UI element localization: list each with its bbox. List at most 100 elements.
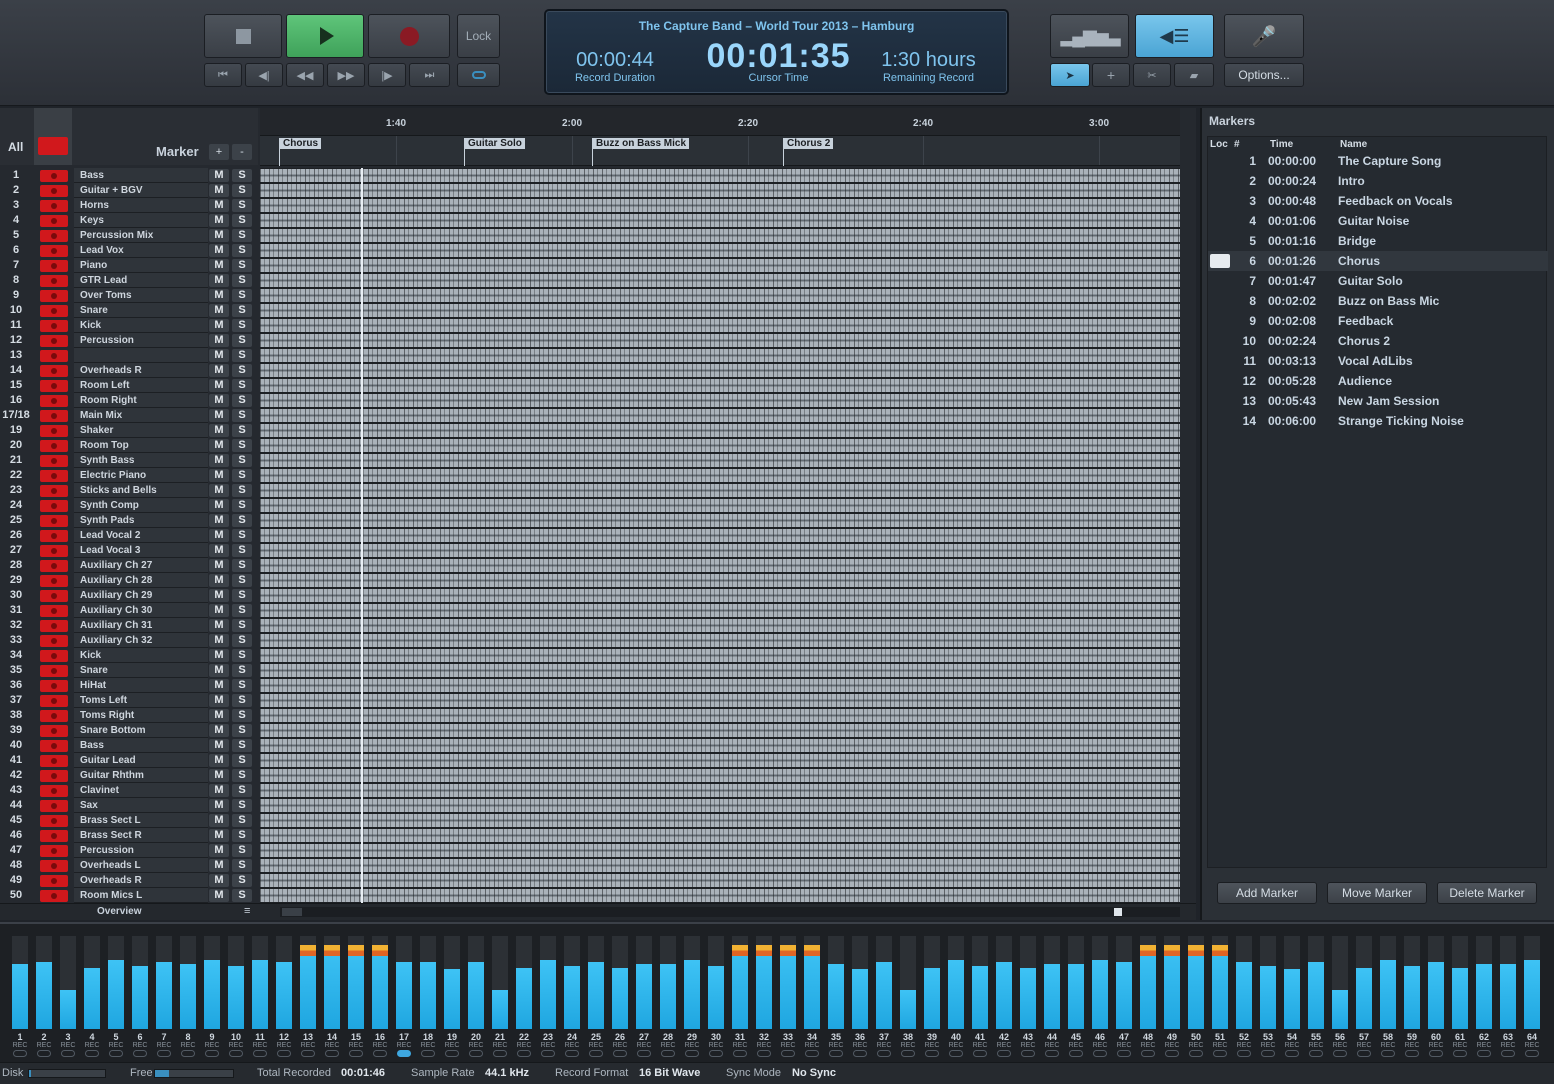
channel-link-icon[interactable] <box>493 1050 507 1057</box>
channel-link-icon[interactable] <box>301 1050 315 1057</box>
track-name[interactable]: Shaker <box>74 423 208 438</box>
playhead-cursor[interactable] <box>361 168 363 903</box>
track-name[interactable]: Toms Left <box>74 693 208 708</box>
track-waveform[interactable] <box>260 544 1180 557</box>
track-solo-button[interactable]: S <box>232 439 252 452</box>
marker-lane[interactable]: Chorus Guitar Solo Buzz on Bass Mick Chorus… <box>260 136 1180 166</box>
track-mute-button[interactable]: M <box>209 409 229 422</box>
track-solo-button[interactable]: S <box>232 529 252 542</box>
track-row[interactable]: 26 Lead Vocal 2MS <box>0 528 258 543</box>
track-name[interactable]: Guitar Rhthm <box>74 768 208 783</box>
track-row[interactable]: 11 Kick M S <box>0 318 258 333</box>
previous-marker-button[interactable]: ◀| <box>245 63 283 87</box>
channel-link-icon[interactable] <box>229 1050 243 1057</box>
record-all-button[interactable] <box>34 108 72 165</box>
track-name[interactable]: Lead Vocal 3 <box>74 543 208 558</box>
track-name[interactable]: Kick <box>74 648 208 663</box>
add-marker-button[interactable]: Add Marker <box>1217 882 1317 904</box>
track-record-arm-button[interactable] <box>40 410 68 422</box>
track-record-arm-button[interactable] <box>40 890 68 902</box>
track-waveform[interactable] <box>260 439 1180 452</box>
channel-link-icon[interactable] <box>157 1050 171 1057</box>
track-row[interactable]: 28 Auxiliary Ch 27 M S <box>0 558 258 573</box>
track-record-arm-button[interactable] <box>40 755 68 767</box>
track-waveform[interactable] <box>260 784 1180 797</box>
track-waveform[interactable] <box>260 874 1180 887</box>
track-mute-button[interactable]: M <box>209 649 229 662</box>
channel-link-icon[interactable] <box>397 1050 411 1057</box>
track-record-arm-button[interactable] <box>40 650 68 662</box>
track-solo-button[interactable]: S <box>232 604 252 617</box>
track-record-arm-button[interactable] <box>40 635 68 647</box>
track-row[interactable]: 33 Auxiliary Ch 32 M S <box>0 633 258 648</box>
track-solo-button[interactable]: S <box>232 229 252 242</box>
track-solo-button[interactable]: S <box>232 664 252 677</box>
track-record-arm-button[interactable] <box>40 545 68 557</box>
marker-row[interactable]: 12 00:05:28 Audience <box>1208 371 1548 391</box>
track-name[interactable]: Sticks and Bells <box>74 483 208 498</box>
track-row[interactable]: 6 Lead Vox M S <box>0 243 258 258</box>
track-mute-button[interactable]: M <box>209 769 229 782</box>
track-solo-button[interactable]: S <box>232 259 252 272</box>
track-name[interactable]: Brass Sect L <box>74 813 208 828</box>
track-solo-button[interactable]: S <box>232 679 252 692</box>
go-to-end-button[interactable]: ⏭ <box>409 63 450 87</box>
track-name[interactable]: Percussion <box>74 333 208 348</box>
track-mute-button[interactable]: M <box>209 214 229 227</box>
track-row[interactable]: 13 M S <box>0 348 258 363</box>
track-row[interactable]: 45 Brass Sect LMS <box>0 813 258 828</box>
track-row[interactable]: 30 Auxiliary Ch 29 M S <box>0 588 258 603</box>
track-waveform[interactable] <box>260 259 1180 272</box>
track-waveform[interactable] <box>260 604 1180 617</box>
track-solo-button[interactable]: S <box>232 379 252 392</box>
track-solo-button[interactable]: S <box>232 409 252 422</box>
track-name[interactable]: Synth Comp <box>74 498 208 513</box>
track-solo-button[interactable]: S <box>232 289 252 302</box>
track-solo-button[interactable]: S <box>232 799 252 812</box>
track-name[interactable]: Auxiliary Ch 28 <box>74 573 208 588</box>
delete-marker-button[interactable]: Delete Marker <box>1437 882 1537 904</box>
track-name[interactable]: Overheads R <box>74 873 208 888</box>
track-waveform[interactable] <box>260 694 1180 707</box>
track-row[interactable]: 32 Auxiliary Ch 31 M S <box>0 618 258 633</box>
track-solo-button[interactable]: S <box>232 859 252 872</box>
track-waveform[interactable] <box>260 214 1180 227</box>
track-mute-button[interactable]: M <box>209 454 229 467</box>
track-waveform[interactable] <box>260 199 1180 212</box>
track-row[interactable]: 19 Shaker M S <box>0 423 258 438</box>
track-mute-button[interactable]: M <box>209 799 229 812</box>
channel-link-icon[interactable] <box>613 1050 627 1057</box>
timeline-ruler[interactable]: 1:40 2:00 2:20 2:40 3:00 <box>260 108 1180 136</box>
track-record-arm-button[interactable] <box>40 170 68 182</box>
overview-scrollbar[interactable] <box>280 907 1180 917</box>
track-waveform[interactable] <box>260 574 1180 587</box>
track-name[interactable]: Overheads L <box>74 858 208 873</box>
channel-link-icon[interactable] <box>85 1050 99 1057</box>
marker-row[interactable]: 9 00:02:08 Feedback <box>1208 311 1548 331</box>
channel-link-icon[interactable] <box>1381 1050 1395 1057</box>
channel-link-icon[interactable] <box>661 1050 675 1057</box>
marker-row[interactable]: 13 00:05:43 New Jam Session <box>1208 391 1548 411</box>
channel-link-icon[interactable] <box>349 1050 363 1057</box>
track-waveform[interactable] <box>260 589 1180 602</box>
track-mute-button[interactable]: M <box>209 229 229 242</box>
track-solo-button[interactable]: S <box>232 709 252 722</box>
channel-link-icon[interactable] <box>109 1050 123 1057</box>
track-row[interactable]: 46 Brass Sect RMS <box>0 828 258 843</box>
marker-row[interactable]: 4 00:01:06 Guitar Noise <box>1208 211 1548 231</box>
track-waveform[interactable] <box>260 169 1180 182</box>
track-waveform[interactable] <box>260 889 1180 902</box>
channel-link-icon[interactable] <box>373 1050 387 1057</box>
track-solo-button[interactable]: S <box>232 844 252 857</box>
track-mute-button[interactable]: M <box>209 709 229 722</box>
marker-row[interactable]: 5 00:01:16 Bridge <box>1208 231 1548 251</box>
track-name[interactable]: Over Toms <box>74 288 208 303</box>
track-name[interactable]: Synth Bass <box>74 453 208 468</box>
track-waveform[interactable] <box>260 619 1180 632</box>
move-marker-button[interactable]: Move Marker <box>1327 882 1427 904</box>
track-mute-button[interactable]: M <box>209 304 229 317</box>
channel-link-icon[interactable] <box>1213 1050 1227 1057</box>
track-waveform[interactable] <box>260 409 1180 422</box>
track-name[interactable]: Overheads R <box>74 363 208 378</box>
stop-button[interactable] <box>204 14 282 58</box>
